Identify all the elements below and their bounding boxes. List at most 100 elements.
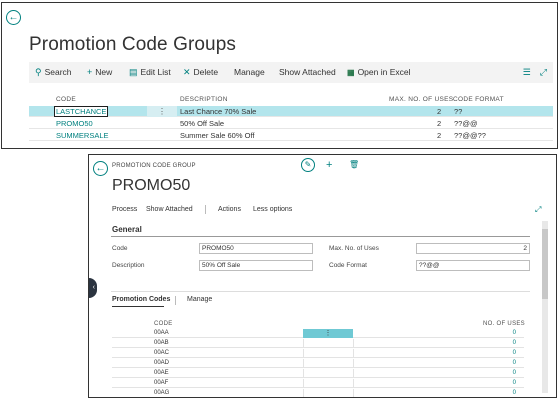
column-header-max-uses[interactable]: MAX. NO. OF USES: [389, 96, 453, 103]
side-panel-toggle-icon[interactable]: ‹: [89, 278, 97, 298]
breadcrumb: PROMOTION CODE GROUP: [112, 163, 196, 169]
column-header-code[interactable]: CODE: [154, 321, 173, 327]
row-code: 00AD: [154, 360, 170, 366]
table-row[interactable]: 00AD 0: [112, 359, 524, 368]
delete-button[interactable]: ✕ Delete: [183, 62, 218, 83]
code-field[interactable]: PROMO50: [199, 243, 313, 254]
back-arrow-icon[interactable]: ←: [93, 161, 108, 176]
tab-promotion-codes[interactable]: Promotion Codes: [112, 296, 170, 303]
process-menu[interactable]: Process: [112, 206, 137, 213]
edit-list-button[interactable]: ▤ Edit List: [129, 62, 171, 83]
row-description: 50% Off Sale: [180, 119, 225, 128]
vertical-scrollbar[interactable]: [542, 221, 548, 393]
row-actions-ellipsis-icon[interactable]: ⋮: [147, 106, 177, 117]
table-row[interactable]: 00AF 0: [112, 379, 524, 388]
actions-menu[interactable]: Actions: [218, 206, 241, 213]
description-field[interactable]: 50% Off Sale: [199, 260, 313, 271]
table-row[interactable]: 00AB 0: [112, 339, 524, 348]
show-attached-menu[interactable]: Show Attached: [146, 206, 193, 213]
show-attached-menu[interactable]: Show Attached: [279, 62, 336, 83]
section-title-general[interactable]: General: [112, 225, 142, 234]
row-code: 00AC: [154, 350, 170, 356]
row-code: 00AB: [154, 340, 169, 346]
plus-icon: +: [87, 67, 93, 77]
cell-divider: [353, 339, 354, 348]
row-max-uses: 2: [437, 131, 442, 140]
row-code-format: ??@@: [454, 119, 478, 128]
column-header-description[interactable]: DESCRIPTION: [180, 96, 228, 103]
row-no-of-uses[interactable]: 0: [513, 339, 516, 348]
less-options-button[interactable]: Less options: [253, 206, 292, 213]
table-row[interactable]: PROMO50 50% Off Sale 2 ??@@: [29, 118, 553, 129]
row-code: 00AE: [154, 370, 169, 376]
tab-separator: [175, 296, 176, 305]
tab-manage[interactable]: Manage: [187, 296, 212, 303]
row-code-link[interactable]: PROMO50: [56, 118, 93, 129]
edit-pencil-icon[interactable]: ✎: [301, 158, 315, 172]
description-label: Description: [112, 262, 145, 269]
table-row[interactable]: SUMMERSALE Summer Sale 60% Off 2 ??@@??: [29, 130, 553, 141]
expand-icon[interactable]: ⤢: [540, 67, 547, 77]
table-row[interactable]: LASTCHANCE ⋮ Last Chance 70% Sale 2 ??: [29, 106, 553, 117]
row-no-of-uses[interactable]: 0: [513, 329, 516, 338]
active-tab-underline: [112, 306, 164, 307]
row-no-of-uses[interactable]: 0: [513, 349, 516, 358]
table-row[interactable]: 00AC 0: [112, 349, 524, 358]
row-actions-ellipsis-icon[interactable]: ⋮: [303, 329, 353, 338]
row-code: 00AG: [154, 390, 170, 396]
open-in-excel-button[interactable]: ▦ Open in Excel: [347, 62, 410, 83]
scrollbar-thumb[interactable]: [542, 229, 548, 299]
collapse-icon[interactable]: ⤢: [535, 205, 541, 215]
action-bar: ⚲ Search + New ▤ Edit List ✕ Delete Manage S…: [29, 62, 553, 83]
column-header-code-format[interactable]: CODE FORMAT: [453, 96, 504, 103]
cell-divider: [303, 339, 304, 348]
promotion-code-group-card-window: ← PROMOTION CODE GROUP PROMO50 ✎ + 🗑 Pro…: [88, 154, 557, 398]
row-description: Summer Sale 60% Off: [180, 131, 255, 140]
cell-divider: [303, 369, 304, 378]
code-label: Code: [112, 245, 128, 252]
code-format-label: Code Format: [329, 262, 367, 269]
column-header-no-of-uses[interactable]: NO. OF USES: [483, 321, 525, 327]
excel-icon: ▦: [347, 68, 355, 77]
row-code-link[interactable]: LASTCHANCE: [54, 106, 109, 117]
trash-icon[interactable]: 🗑: [349, 158, 359, 172]
row-max-uses: 2: [437, 107, 442, 116]
new-button[interactable]: + New: [87, 62, 112, 83]
cell-divider: [353, 379, 354, 388]
max-uses-label: Max. No. of Uses: [329, 245, 379, 252]
row-no-of-uses[interactable]: 0: [513, 359, 516, 368]
code-format-field[interactable]: ??@@: [416, 260, 530, 271]
manage-menu[interactable]: Manage: [234, 62, 265, 83]
row-code-format: ??@@??: [454, 131, 486, 140]
list-view-icon[interactable]: ☰: [523, 67, 531, 77]
cell-divider: [353, 349, 354, 358]
table-row[interactable]: 00AA ⋮ 0: [112, 329, 524, 338]
cell-divider: [303, 359, 304, 368]
row-no-of-uses[interactable]: 0: [513, 389, 516, 397]
row-no-of-uses[interactable]: 0: [513, 379, 516, 388]
row-code-format: ??: [454, 107, 463, 116]
column-header-code[interactable]: CODE: [56, 96, 76, 103]
row-code-link[interactable]: SUMMERSALE: [56, 130, 109, 141]
cell-divider: [353, 359, 354, 368]
subpage-divider: [111, 291, 530, 292]
row-max-uses: 2: [437, 119, 442, 128]
row-description: Last Chance 70% Sale: [180, 107, 257, 116]
plus-icon[interactable]: +: [326, 158, 332, 172]
row-code: 00AF: [154, 380, 169, 386]
search-button[interactable]: ⚲ Search: [35, 62, 72, 83]
cell-divider: [303, 379, 304, 388]
row-code: 00AA: [154, 330, 169, 336]
max-uses-field[interactable]: 2: [416, 243, 530, 254]
right-icons: ☰ ⤢: [514, 62, 547, 83]
back-arrow-icon[interactable]: ←: [6, 10, 21, 25]
table-row[interactable]: 00AG 0: [112, 389, 524, 397]
promotion-code-groups-window: ← Promotion Code Groups ⚲ Search + New ▤ Ed…: [1, 2, 558, 149]
page-title: Promotion Code Groups: [29, 34, 236, 55]
cell-divider: [353, 369, 354, 378]
trash-icon: ✕: [183, 67, 191, 77]
page-title: PROMO50: [112, 177, 191, 194]
table-row[interactable]: 00AE 0: [112, 369, 524, 378]
cell-divider: [353, 389, 354, 397]
row-no-of-uses[interactable]: 0: [513, 369, 516, 378]
